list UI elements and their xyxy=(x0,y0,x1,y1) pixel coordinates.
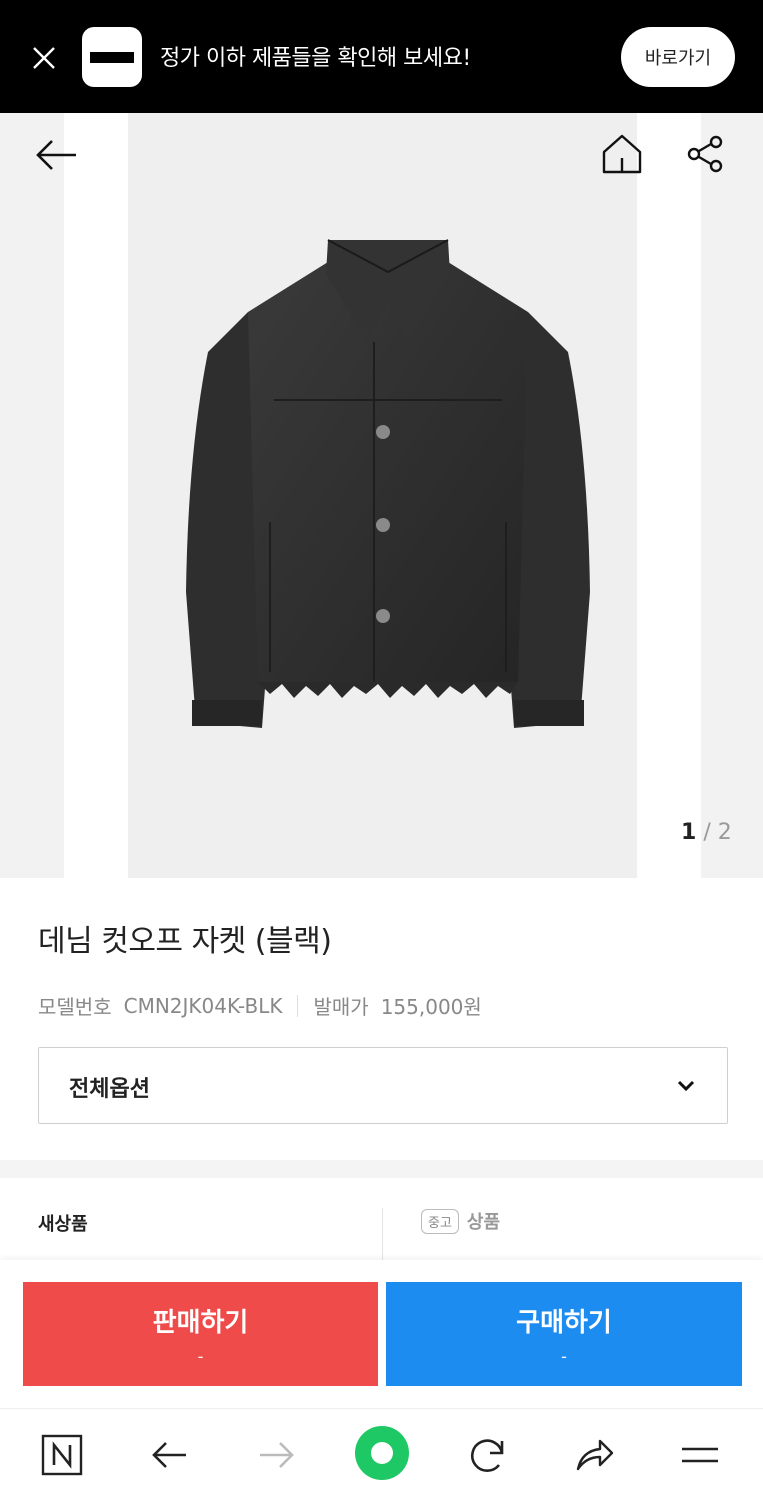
browser-forward-icon[interactable] xyxy=(254,1433,298,1477)
refresh-icon[interactable] xyxy=(466,1433,510,1477)
used-tab-label: 상품 xyxy=(466,1212,501,1233)
back-arrow-icon[interactable] xyxy=(34,138,80,172)
condition-tabs: 새상품 중고 상품 xyxy=(0,1178,763,1260)
buy-button-label: 구매하기 xyxy=(516,1308,612,1338)
share-arrow-icon[interactable] xyxy=(572,1433,616,1477)
go-now-button[interactable]: 바로가기 xyxy=(621,27,735,87)
browser-back-icon[interactable] xyxy=(148,1433,192,1477)
menu-icon[interactable] xyxy=(678,1433,722,1477)
image-counter: 1 / 2 xyxy=(681,820,732,845)
action-bar: 판매하기 - 구매하기 - xyxy=(0,1260,763,1408)
product-meta: 모델번호 CMN2JK04K-BLK 발매가 155,000원 xyxy=(38,991,482,1020)
meta-divider xyxy=(297,994,299,1017)
section-divider xyxy=(0,1160,763,1178)
app-logo xyxy=(82,27,142,87)
image-counter-total: 2 xyxy=(717,820,732,845)
option-select[interactable]: 전체옵션 xyxy=(38,1047,728,1124)
model-number-label: 모델번호 xyxy=(38,995,112,1019)
tab-divider xyxy=(382,1208,383,1260)
option-select-label: 전체옵션 xyxy=(69,1077,150,1102)
release-price-label: 발매가 xyxy=(313,995,369,1019)
naver-n-icon[interactable] xyxy=(40,1433,84,1477)
release-price-value: 155,000원 xyxy=(380,995,482,1019)
image-counter-current: 1 xyxy=(681,820,697,845)
sell-button[interactable]: 판매하기 - xyxy=(23,1282,378,1386)
product-title: 데님 컷오프 자켓 (블랙) xyxy=(38,924,332,959)
image-counter-separator: / xyxy=(703,820,711,845)
green-dot-icon[interactable] xyxy=(354,1425,410,1481)
home-icon[interactable] xyxy=(600,132,644,176)
used-chip: 중고 xyxy=(421,1208,459,1234)
browser-toolbar xyxy=(0,1408,763,1500)
buy-button[interactable]: 구매하기 - xyxy=(386,1282,742,1386)
sell-button-price: - xyxy=(197,1347,204,1366)
model-number-value: CMN2JK04K-BLK xyxy=(123,993,283,1018)
share-icon[interactable] xyxy=(686,134,726,174)
promo-banner: 정가 이하 제품들을 확인해 보세요! 바로가기 xyxy=(0,0,763,113)
product-image-jacket xyxy=(186,239,590,728)
buy-button-price: - xyxy=(561,1347,567,1366)
banner-message: 정가 이하 제품들을 확인해 보세요! xyxy=(160,46,471,71)
close-icon[interactable] xyxy=(28,42,60,74)
sell-button-label: 판매하기 xyxy=(152,1308,249,1338)
tab-new-product[interactable]: 새상품 xyxy=(38,1210,88,1236)
tab-used-product[interactable]: 중고 상품 xyxy=(421,1208,500,1234)
chevron-down-icon xyxy=(677,1080,695,1092)
